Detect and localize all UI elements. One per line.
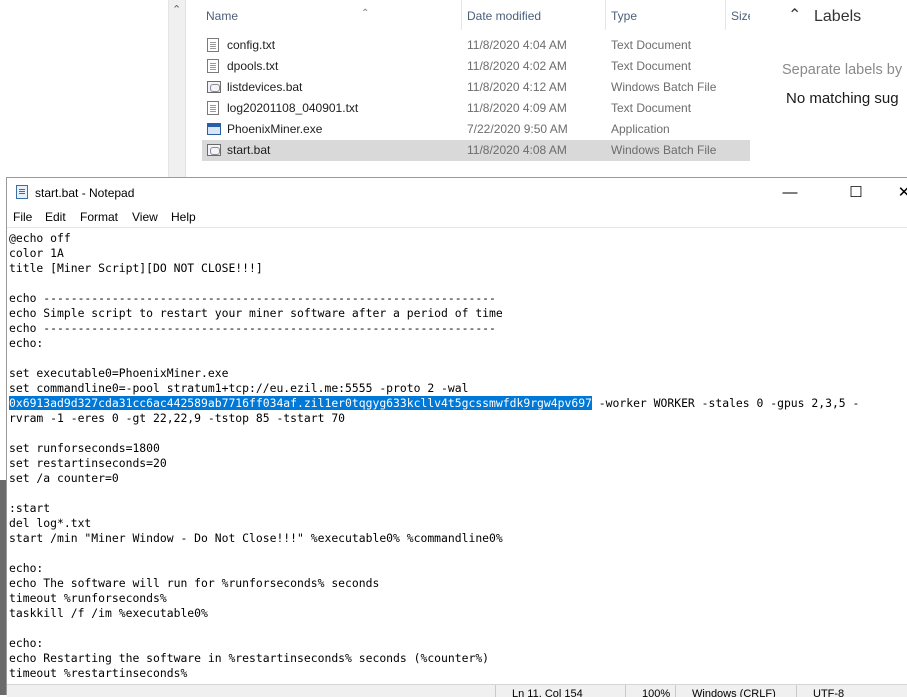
file-type: Application [611,122,670,136]
menu-format[interactable]: Format [80,210,118,224]
encoding: UTF-8 [796,685,907,697]
batch-file-icon [207,81,221,93]
file-date: 7/22/2020 9:50 AM [467,122,568,136]
file-name: dpools.txt [227,59,279,73]
code-line: set executable0=PhoenixMiner.exe [9,366,229,380]
file-type: Text Document [611,38,692,52]
zoom-level: 100% [625,685,672,697]
code-line: echo: [9,561,44,575]
file-name: start.bat [227,143,271,157]
code-line: echo Restarting the software in %restart… [9,651,490,665]
status-bar: Ln 11, Col 154 100% Windows (CRLF) UTF-8 [7,684,907,697]
menu-view[interactable]: View [132,210,158,224]
file-date: 11/8/2020 4:12 AM [467,80,567,94]
file-name: log20201108_040901.txt [227,101,359,115]
code-line: echo Simple script to restart your miner… [9,306,503,320]
code-line: :start [9,501,51,515]
file-row[interactable]: config.txt 11/8/2020 4:04 AM Text Docume… [202,35,750,56]
file-name: config.txt [227,38,276,52]
close-button[interactable]: ✕ [881,178,907,207]
title-bar[interactable]: start.bat - Notepad — ☐ ✕ [7,178,907,207]
column-header-type[interactable]: Type [605,0,729,30]
code-line: timeout %runforseconds% [9,591,167,605]
code-line: taskkill /f /im %executable0% [9,606,208,620]
code-line: set commandline0=-pool stratum1+tcp://eu… [9,381,469,395]
file-name: PhoenixMiner.exe [227,122,323,136]
editor-content[interactable]: @echo off color 1A title [Miner Script][… [9,231,859,681]
code-line: echo -----------------------------------… [9,291,496,305]
menu-bar: File Edit Format View Help [7,207,907,227]
labels-input-placeholder[interactable]: Separate labels by [782,62,902,78]
minimize-button[interactable]: — [767,178,813,207]
menu-edit[interactable]: Edit [45,210,66,224]
chevron-up-icon[interactable]: ⌃ [788,5,801,25]
code-line: echo The software will run for %runforse… [9,576,380,590]
code-line: start /min "Miner Window - Do Not Close!… [9,531,503,545]
file-type: Windows Batch File [611,80,717,94]
file-type: Windows Batch File [611,143,717,157]
file-type: Text Document [611,59,692,73]
code-line: echo: [9,336,44,350]
file-type: Text Document [611,101,692,115]
file-row[interactable]: listdevices.bat 11/8/2020 4:12 AM Window… [202,77,750,98]
menu-help[interactable]: Help [171,210,196,224]
text-file-icon [207,101,219,115]
text-file-icon [207,59,219,73]
file-name: listdevices.bat [227,80,303,94]
file-row-selected[interactable]: start.bat 11/8/2020 4:08 AM Windows Batc… [202,140,750,161]
file-date: 11/8/2020 4:08 AM [467,143,567,157]
text-editor[interactable]: @echo off color 1A title [Miner Script][… [7,227,907,685]
pane-divider [750,0,764,178]
code-line: set runforseconds=1800 [9,441,160,455]
labels-title: Labels [814,8,862,25]
code-line: echo: [9,636,44,650]
code-line: @echo off [9,231,71,245]
column-header-date[interactable]: Date modified [461,0,605,30]
labels-details-pane: ⌃ Labels Separate labels by No matching … [764,0,907,178]
batch-file-icon [207,144,221,156]
desktop-background-left [0,0,168,178]
code-line: set /a counter=0 [9,471,119,485]
notepad-app-icon[interactable] [16,185,28,199]
no-matching-suggestions: No matching sug [786,90,899,107]
notepad-window: start.bat - Notepad — ☐ ✕ File Edit Form… [6,177,907,697]
code-line: del log*.txt [9,516,92,530]
file-row[interactable]: PhoenixMiner.exe 7/22/2020 9:50 AM Appli… [202,119,750,140]
cursor-position: Ln 11, Col 154 [495,685,627,697]
column-header-name[interactable]: Name ⌃ [206,0,461,30]
line-ending: Windows (CRLF) [675,685,792,697]
scroll-up-button[interactable]: ⌃ [169,0,186,30]
text-file-icon [207,38,219,52]
code-line: title [Miner Script][DO NOT CLOSE!!!] [9,261,263,275]
code-line: set restartinseconds=20 [9,456,167,470]
vertical-scrollbar[interactable] [169,30,186,178]
code-line: echo -----------------------------------… [9,321,496,335]
code-line: color 1A [9,246,64,260]
sort-ascending-icon: ⌃ [361,8,370,19]
code-line: timeout %restartinseconds% [9,666,188,680]
file-date: 11/8/2020 4:02 AM [467,59,567,73]
code-line-continuation: -worker WORKER -stales 0 -gpus 2,3,5 - [591,396,860,410]
maximize-button[interactable]: ☐ [833,178,879,207]
file-row[interactable]: log20201108_040901.txt 11/8/2020 4:09 AM… [202,98,750,119]
selected-wallet-text[interactable]: 0x6913ad9d327cda31cc6ac442589ab7716ff034… [9,396,592,410]
column-name-label: Name [206,9,239,23]
file-explorer-window: ⌃ Name ⌃ Date modified Type Size config.… [168,0,754,178]
file-date: 11/8/2020 4:09 AM [467,101,567,115]
window-title: start.bat - Notepad [35,186,135,200]
chevron-up-icon: ⌃ [172,4,182,16]
menu-file[interactable]: File [13,210,32,224]
file-date: 11/8/2020 4:04 AM [467,38,567,52]
application-icon [207,123,221,135]
file-row[interactable]: dpools.txt 11/8/2020 4:02 AM Text Docume… [202,56,750,77]
code-line: rvram -1 -eres 0 -gt 22,22,9 -tstop 85 -… [9,411,346,425]
